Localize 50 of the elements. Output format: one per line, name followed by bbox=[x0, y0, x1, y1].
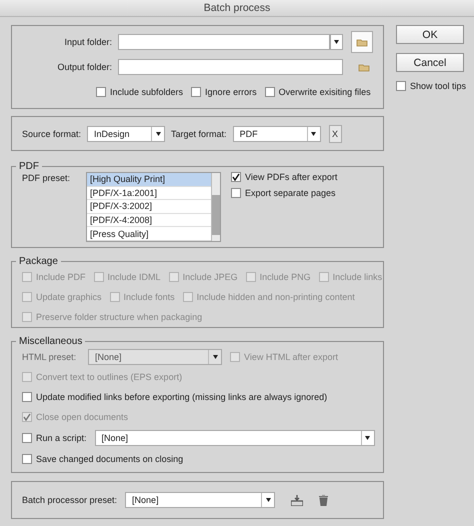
browse-button[interactable] bbox=[351, 31, 373, 53]
field-label: Source format: bbox=[22, 128, 82, 138]
preset-list[interactable]: [High Quality Print] [PDF/X-1a:2001] [PDF/X-3:2002] [PDF/X-4:2008] [Press Quality] bbox=[86, 172, 221, 242]
target-select[interactable]: PDF bbox=[232, 126, 321, 142]
group-legend: PDF bbox=[16, 161, 42, 172]
trash-icon[interactable] bbox=[319, 494, 328, 506]
script-select[interactable]: [None] bbox=[94, 430, 375, 446]
checkbox[interactable]: Export separate pages bbox=[231, 188, 338, 198]
field-label: PDF preset: bbox=[22, 173, 72, 185]
folder-icon bbox=[358, 62, 370, 72]
browse-button[interactable] bbox=[358, 62, 370, 72]
list-item[interactable]: [PDF/X-3:2002] bbox=[87, 200, 211, 214]
checkmark-icon bbox=[23, 413, 31, 421]
dropdown-arrow-icon bbox=[365, 436, 370, 440]
group-legend: Package bbox=[16, 256, 61, 267]
dropdown-arrow-icon bbox=[212, 355, 218, 359]
field-label: HTML preset: bbox=[22, 352, 78, 362]
checkbox[interactable]: Run a script: bbox=[22, 433, 87, 443]
dropdown-arrow-icon bbox=[311, 132, 316, 136]
dialog-button[interactable]: OK bbox=[396, 25, 464, 44]
batch-preset-select[interactable]: [None] bbox=[125, 492, 276, 508]
input-field[interactable] bbox=[118, 34, 330, 50]
field-label: Input folder: bbox=[63, 37, 112, 47]
list-item[interactable]: [PDF/X-4:2008] bbox=[87, 214, 211, 228]
dropdown-arrow-icon bbox=[334, 40, 339, 44]
checkbox[interactable]: Show tool tips bbox=[396, 81, 466, 91]
scroll-bar[interactable] bbox=[211, 173, 220, 241]
list-item[interactable]: [High Quality Print] bbox=[87, 173, 211, 187]
dropdown-arrow-icon bbox=[266, 498, 271, 502]
dialog-button[interactable]: Cancel bbox=[396, 53, 464, 72]
checkbox[interactable]: Overwrite exisiting files bbox=[264, 87, 371, 97]
checkbox[interactable]: Update modified links before exporting (missing links are always ignored) bbox=[22, 392, 328, 402]
checkbox[interactable]: Ignore errors bbox=[191, 87, 257, 97]
dropdown-button[interactable] bbox=[330, 34, 343, 50]
field-label: Batch processor preset: bbox=[22, 495, 118, 505]
dropdown-arrow-icon bbox=[156, 132, 161, 136]
checkmark-icon bbox=[232, 173, 240, 181]
source-select[interactable]: InDesign bbox=[87, 126, 166, 142]
save-preset-icon[interactable] bbox=[291, 494, 304, 506]
clear-button[interactable]: X bbox=[328, 124, 342, 142]
field-label: Target format: bbox=[171, 128, 227, 138]
checkbox[interactable]: View PDFs after export bbox=[231, 172, 338, 182]
checkbox[interactable]: Include subfolders bbox=[96, 87, 184, 97]
list-item[interactable]: [PDF/X-1a:2001] bbox=[87, 186, 211, 200]
folder-icon bbox=[356, 38, 368, 46]
input-field[interactable] bbox=[118, 59, 343, 75]
window-title: Batch process bbox=[204, 2, 270, 14]
checkbox[interactable]: Save changed documents on closing bbox=[22, 454, 184, 464]
field-label: Output folder: bbox=[56, 62, 112, 72]
group-legend: Miscellaneous bbox=[16, 336, 86, 347]
